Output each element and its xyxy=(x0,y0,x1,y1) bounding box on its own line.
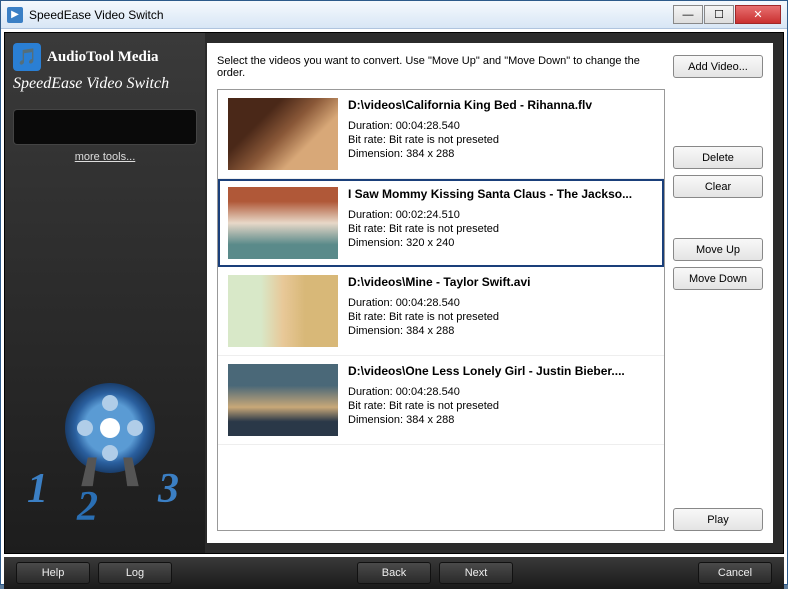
back-button[interactable]: Back xyxy=(357,562,431,584)
titlebar[interactable]: ▶ SpeedEase Video Switch — ☐ ✕ xyxy=(1,1,787,29)
video-bitrate: Bit rate: Bit rate is not preseted xyxy=(348,311,654,323)
footer: Help Log Back Next Cancel xyxy=(4,557,784,589)
button-column: Add Video... Delete Clear Move Up Move D… xyxy=(673,55,763,531)
app-icon: ▶ xyxy=(7,7,23,23)
brand: 🎵 AudioTool Media xyxy=(13,43,197,71)
video-dimension: Dimension: 384 x 288 xyxy=(348,325,654,337)
play-button[interactable]: Play xyxy=(673,508,763,531)
video-thumbnail xyxy=(228,98,338,170)
clear-button[interactable]: Clear xyxy=(673,175,763,198)
video-duration: Duration: 00:04:28.540 xyxy=(348,386,654,398)
window-controls: — ☐ ✕ xyxy=(673,5,781,24)
video-dimension: Dimension: 384 x 288 xyxy=(348,148,654,160)
video-dimension: Dimension: 384 x 288 xyxy=(348,414,654,426)
maximize-button[interactable]: ☐ xyxy=(704,5,734,24)
brand-company: AudioTool Media xyxy=(47,49,159,66)
video-info: D:\videos\California King Bed - Rihanna.… xyxy=(348,98,654,170)
video-title: D:\videos\California King Bed - Rihanna.… xyxy=(348,98,654,112)
add-video-button[interactable]: Add Video... xyxy=(673,55,763,78)
move-up-button[interactable]: Move Up xyxy=(673,238,763,261)
delete-button[interactable]: Delete xyxy=(673,146,763,169)
minimize-button[interactable]: — xyxy=(673,5,703,24)
video-duration: Duration: 00:04:28.540 xyxy=(348,120,654,132)
video-info: D:\videos\One Less Lonely Girl - Justin … xyxy=(348,364,654,436)
instruction-text: Select the videos you want to convert. U… xyxy=(217,55,665,79)
video-bitrate: Bit rate: Bit rate is not preseted xyxy=(348,223,654,235)
app-body: 🎵 AudioTool Media SpeedEase Video Switch… xyxy=(4,32,784,554)
video-item[interactable]: D:\videos\Mine - Taylor Swift.avi Duratio… xyxy=(218,267,664,356)
next-button[interactable]: Next xyxy=(439,562,513,584)
video-duration: Duration: 00:04:28.540 xyxy=(348,297,654,309)
video-bitrate: Bit rate: Bit rate is not preseted xyxy=(348,400,654,412)
film-reel-icon: 123 xyxy=(35,383,175,533)
video-title: I Saw Mommy Kissing Santa Claus - The Ja… xyxy=(348,187,654,201)
video-thumbnail xyxy=(228,364,338,436)
video-item[interactable]: D:\videos\One Less Lonely Girl - Justin … xyxy=(218,356,664,445)
video-thumbnail xyxy=(228,187,338,259)
video-info: D:\videos\Mine - Taylor Swift.avi Duratio… xyxy=(348,275,654,347)
cancel-button[interactable]: Cancel xyxy=(698,562,772,584)
sidebar-art: 123 xyxy=(13,293,197,543)
video-dimension: Dimension: 320 x 240 xyxy=(348,237,654,249)
brand-icon: 🎵 xyxy=(13,43,41,71)
video-title: D:\videos\One Less Lonely Girl - Justin … xyxy=(348,364,654,378)
move-down-button[interactable]: Move Down xyxy=(673,267,763,290)
close-button[interactable]: ✕ xyxy=(735,5,781,24)
video-info: I Saw Mommy Kissing Santa Claus - The Ja… xyxy=(348,187,654,259)
video-thumbnail xyxy=(228,275,338,347)
more-tools-link[interactable]: more tools... xyxy=(13,151,197,163)
help-button[interactable]: Help xyxy=(16,562,90,584)
video-duration: Duration: 00:02:24.510 xyxy=(348,209,654,221)
video-bitrate: Bit rate: Bit rate is not preseted xyxy=(348,134,654,146)
video-item[interactable]: I Saw Mommy Kissing Santa Claus - The Ja… xyxy=(218,179,664,267)
app-window: ▶ SpeedEase Video Switch — ☐ ✕ 🎵 AudioTo… xyxy=(0,0,788,585)
video-list[interactable]: D:\videos\California King Bed - Rihanna.… xyxy=(217,89,665,531)
brand-product: SpeedEase Video Switch xyxy=(13,75,197,93)
sidebar: 🎵 AudioTool Media SpeedEase Video Switch… xyxy=(5,33,205,553)
video-title: D:\videos\Mine - Taylor Swift.avi xyxy=(348,275,654,289)
main-panel: Select the videos you want to convert. U… xyxy=(207,43,773,543)
window-title: SpeedEase Video Switch xyxy=(29,8,164,22)
video-item[interactable]: D:\videos\California King Bed - Rihanna.… xyxy=(218,90,664,179)
log-button[interactable]: Log xyxy=(98,562,172,584)
sidebar-display-box xyxy=(13,109,197,145)
list-area: Select the videos you want to convert. U… xyxy=(217,55,665,531)
